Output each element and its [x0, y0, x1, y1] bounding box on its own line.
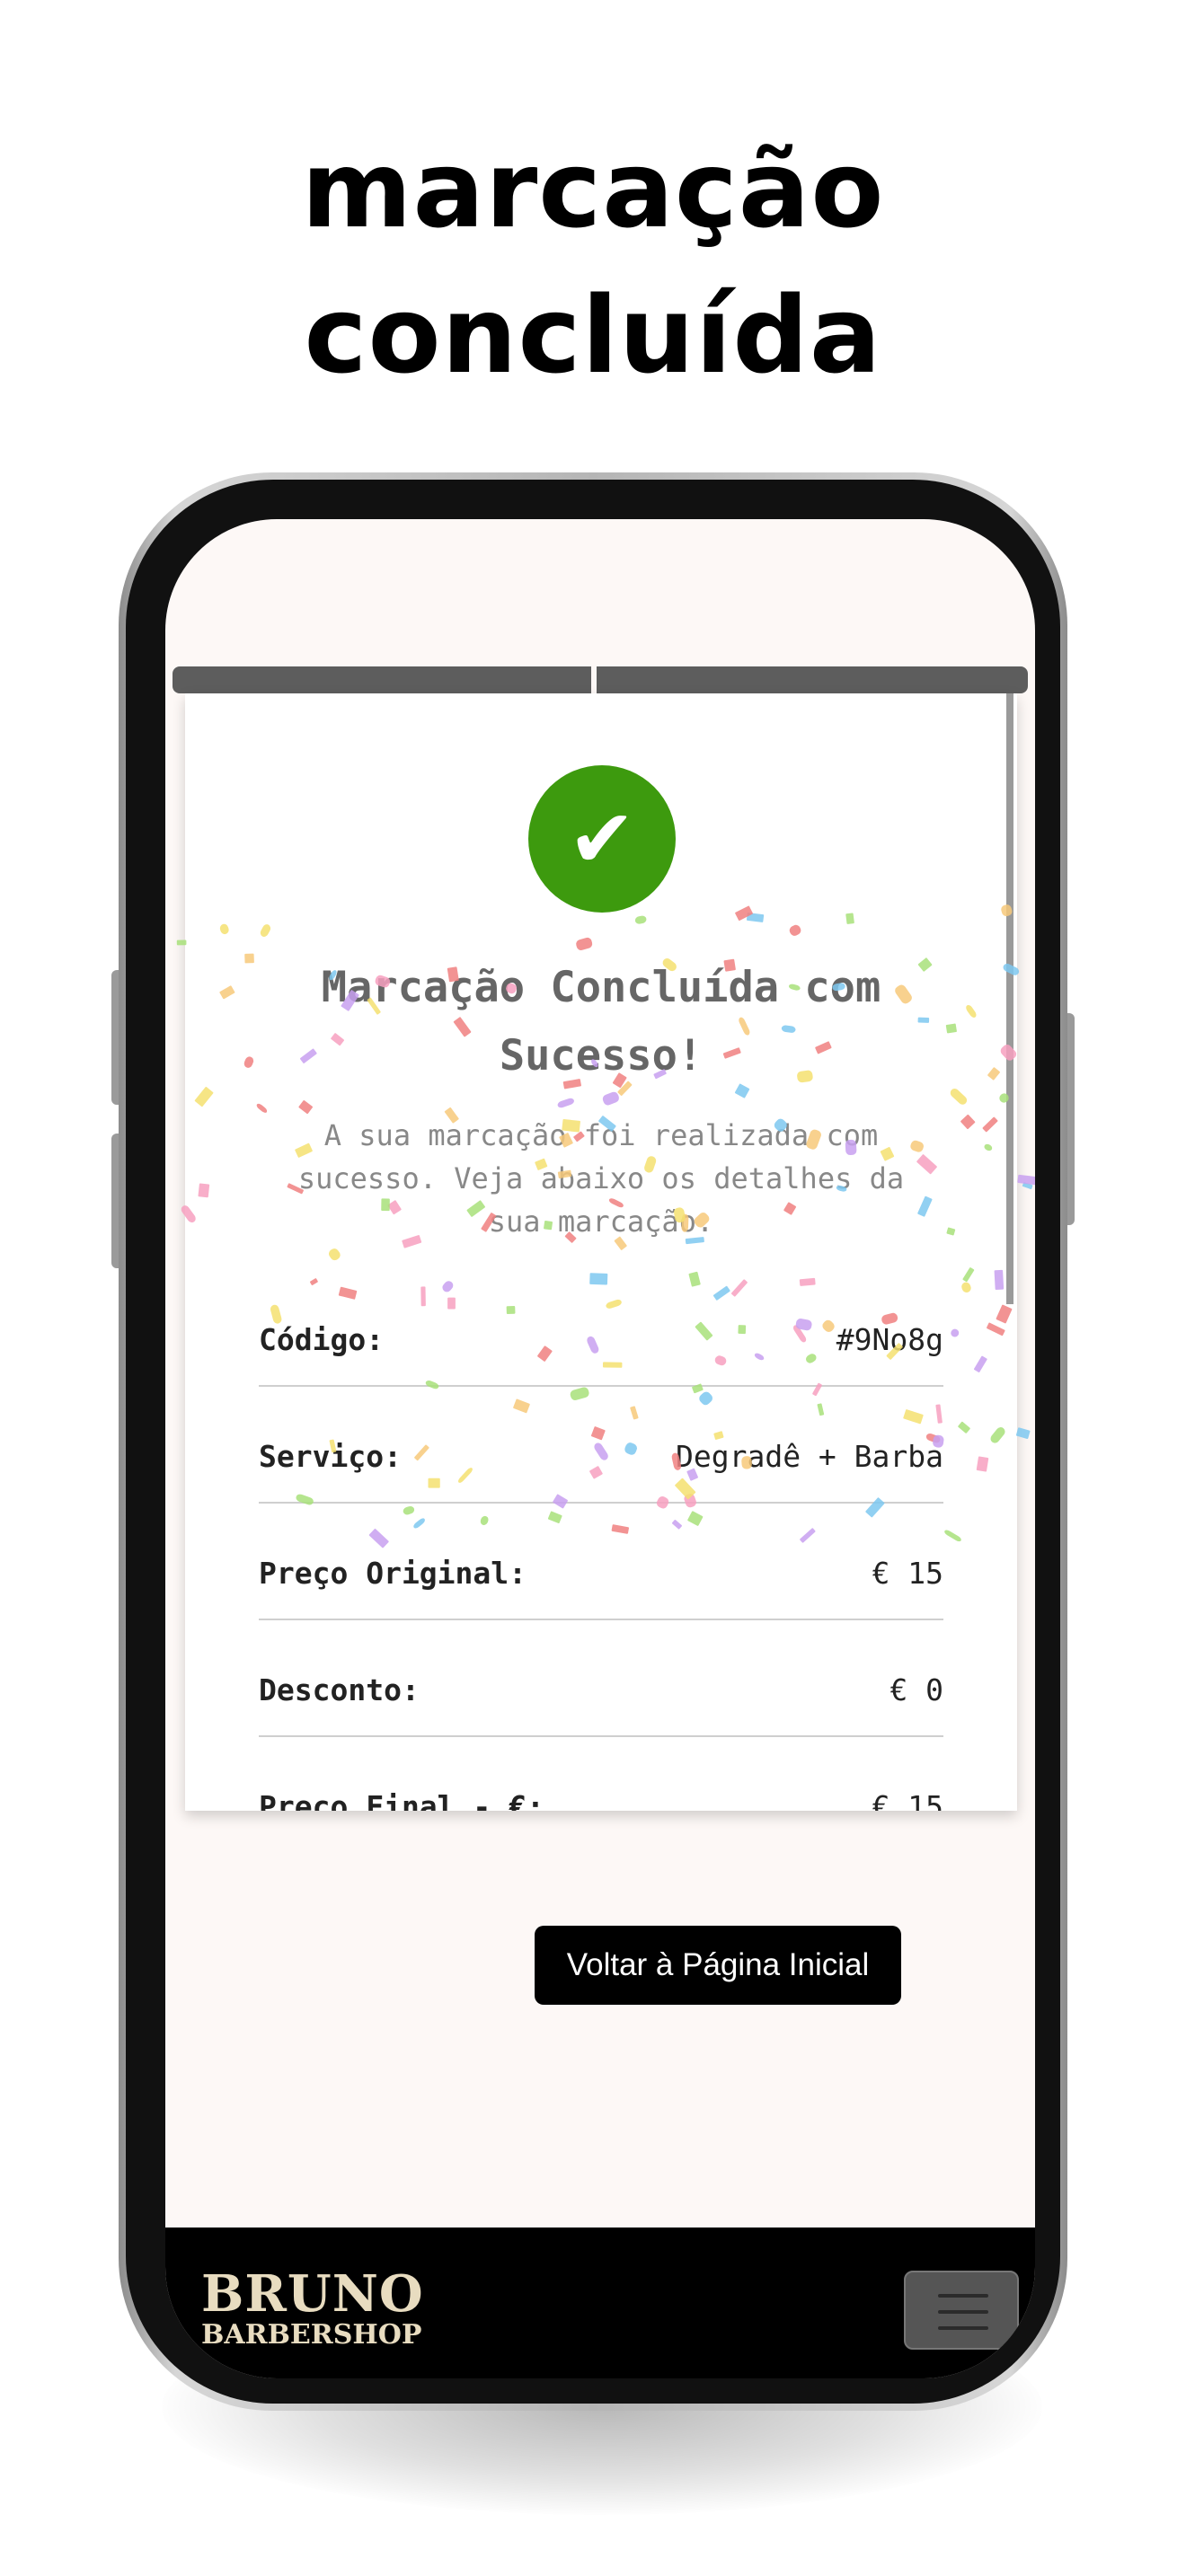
detail-value: Degradê + Barba — [675, 1439, 943, 1474]
phone-frame: ✔ Marcação Concluída com Sucesso! A sua … — [119, 472, 1067, 2411]
scrollbar[interactable] — [1006, 693, 1013, 1304]
headline-line-2: concluída — [304, 273, 882, 397]
tab-bar — [173, 666, 1028, 693]
detail-row-final-price: Preço Final - €: € 15 — [259, 1735, 943, 1811]
detail-value: € 0 — [890, 1672, 943, 1707]
detail-row-code: Código: #9No8g — [259, 1268, 943, 1387]
back-to-home-button[interactable]: Voltar à Página Inicial — [535, 1926, 901, 2005]
phone-bezel: ✔ Marcação Concluída com Sucesso! A sua … — [126, 480, 1060, 2404]
detail-label: Serviço: — [259, 1439, 402, 1474]
booking-confirmation-card: ✔ Marcação Concluída com Sucesso! A sua … — [185, 693, 1017, 1811]
detail-label: Preço Original: — [259, 1556, 527, 1591]
detail-label: Preço Final - €: — [259, 1789, 544, 1811]
phone-screen: ✔ Marcação Concluída com Sucesso! A sua … — [165, 519, 1035, 2378]
hamburger-menu-icon[interactable] — [904, 2271, 1019, 2350]
page-headline: marcação concluída — [0, 117, 1186, 408]
detail-row-discount: Desconto: € 0 — [259, 1619, 943, 1737]
confetti-piece — [1017, 1174, 1035, 1186]
footer-bar: BRUNO BARBERSHOP — [165, 2228, 1035, 2378]
logo-line-2: BARBERSHOP — [201, 2319, 422, 2351]
brand-logo[interactable]: BRUNO BARBERSHOP — [201, 2269, 424, 2351]
detail-value: € 15 — [872, 1789, 943, 1811]
detail-label: Desconto: — [259, 1672, 420, 1707]
headline-line-1: marcação — [301, 128, 885, 251]
detail-row-service: Serviço: Degradê + Barba — [259, 1385, 943, 1504]
detail-label: Código: — [259, 1322, 385, 1357]
checkmark-icon: ✔ — [528, 765, 676, 913]
confetti-piece — [1022, 1182, 1033, 1189]
logo-line-1: BRUNO — [201, 2264, 424, 2324]
detail-row-original-price: Preço Original: € 15 — [259, 1502, 943, 1620]
confirmation-description: A sua marcação foi realizada com sucesso… — [297, 1118, 905, 1239]
detail-value: € 15 — [872, 1556, 943, 1591]
detail-value: #9No8g — [836, 1322, 943, 1357]
confetti-piece — [1015, 1427, 1031, 1439]
confirmation-title: Marcação Concluída com Sucesso! — [321, 963, 881, 1081]
